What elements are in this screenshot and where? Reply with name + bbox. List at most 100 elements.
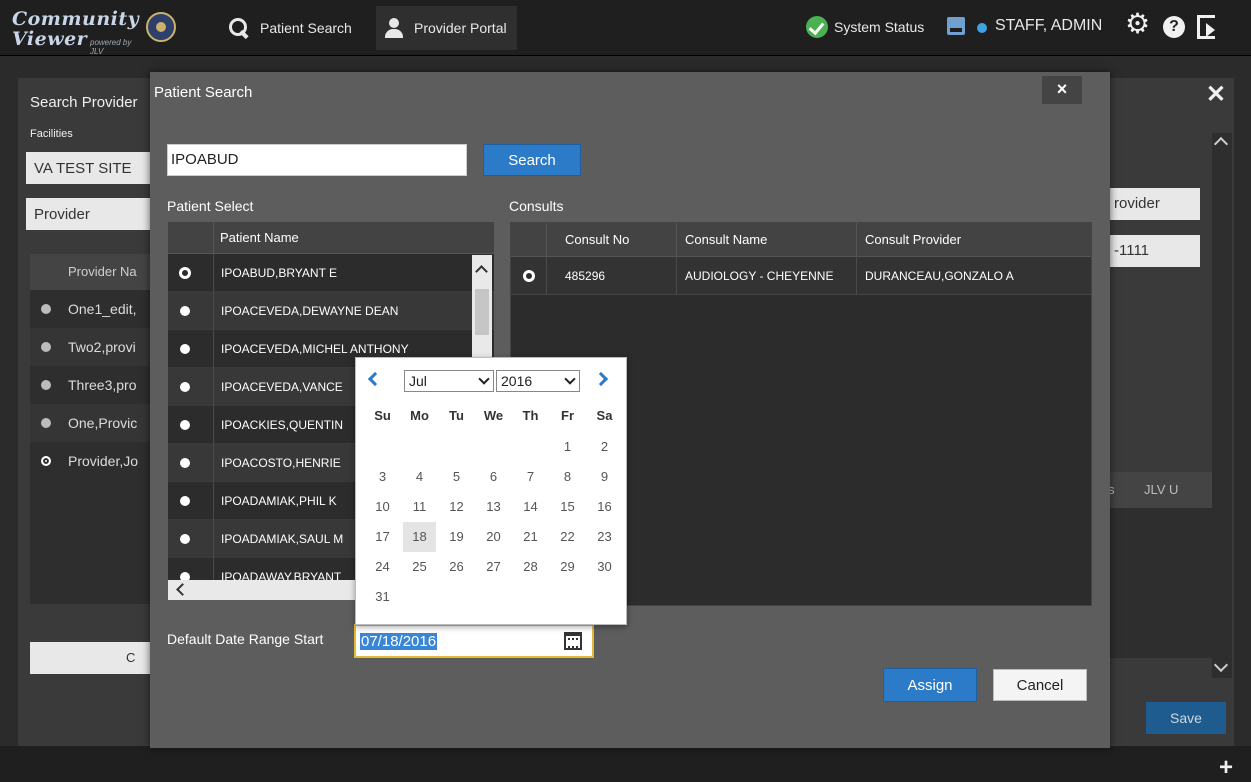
radio-button[interactable] (180, 496, 190, 506)
user-name[interactable]: STAFF, ADMIN (995, 17, 1102, 35)
calendar-day[interactable]: 3 (364, 462, 401, 492)
calendar-day[interactable]: 14 (512, 492, 549, 522)
table-row[interactable]: Three3,pro (30, 366, 160, 404)
radio-button[interactable] (41, 380, 51, 390)
table-row[interactable]: IPOABUD,BRYANT E (168, 254, 494, 292)
calendar-day[interactable]: 28 (512, 552, 549, 582)
calendar-day[interactable]: 7 (512, 462, 549, 492)
calendar-day[interactable]: 30 (586, 552, 623, 582)
radio-button[interactable] (41, 342, 51, 352)
calendar-day[interactable]: 2 (586, 432, 623, 462)
nav-provider-portal[interactable]: Provider Portal (376, 6, 517, 50)
calendar-day[interactable]: 8 (549, 462, 586, 492)
panel-close-icon[interactable]: ✕ (1206, 80, 1226, 109)
cancel-button[interactable]: Cancel (993, 669, 1087, 701)
system-status-check-icon[interactable] (806, 16, 828, 38)
calendar-day[interactable]: 22 (549, 522, 586, 552)
calendar-day[interactable]: 25 (401, 552, 438, 582)
vista-icon[interactable] (947, 17, 965, 35)
calendar-day[interactable]: 13 (475, 492, 512, 522)
scroll-thumb[interactable] (475, 289, 489, 335)
calendar-empty-cell (475, 432, 512, 462)
next-month-icon[interactable] (593, 371, 609, 387)
calendar-day[interactable]: 26 (438, 552, 475, 582)
radio-button-selected[interactable] (41, 456, 51, 466)
search-button[interactable]: Search (483, 144, 581, 176)
table-row[interactable]: Two2,provi (30, 328, 160, 366)
provider-field[interactable]: rovider (1110, 188, 1200, 220)
table-row[interactable]: 485296 AUDIOLOGY - CHEYENNE DURANCEAU,GO… (511, 257, 1091, 295)
facility-select[interactable]: VA TEST SITE (26, 152, 156, 184)
radio-button-selected[interactable] (524, 271, 534, 281)
previous-month-icon[interactable] (367, 371, 383, 387)
radio-button[interactable] (180, 306, 190, 316)
radio-button[interactable] (180, 344, 190, 354)
provider-select[interactable]: Provider (26, 198, 156, 230)
calendar-day[interactable]: 16 (586, 492, 623, 522)
nav-patient-search[interactable]: Patient Search (228, 12, 352, 44)
patient-name: IPOACEVEDA,VANCE (221, 380, 343, 394)
radio-button[interactable] (41, 304, 51, 314)
weekday-header: Su Mo Tu We Th Fr Sa (364, 402, 623, 432)
calendar-day[interactable]: 21 (512, 522, 549, 552)
scroll-up-icon[interactable] (475, 265, 488, 278)
month-select[interactable]: Jul (404, 370, 494, 392)
community-viewer-logo[interactable]: Community Viewer powered by JLV (12, 8, 142, 56)
scroll-down-icon[interactable] (1213, 657, 1229, 673)
help-icon[interactable]: ? (1163, 16, 1185, 38)
calendar-day[interactable]: 31 (364, 582, 401, 612)
patient-name: IPOACEVEDA,MICHEL ANTHONY (221, 342, 409, 356)
panel-button[interactable]: C (30, 642, 160, 674)
footer-bar: + (0, 746, 1251, 782)
patient-name-header: Patient Name (220, 230, 299, 245)
weekday-label: Sa (596, 408, 613, 423)
calendar-day[interactable]: 19 (438, 522, 475, 552)
calendar-day[interactable]: 6 (475, 462, 512, 492)
patient-name: IPOACEVEDA,DEWAYNE DEAN (221, 304, 399, 318)
default-date-range-label: Default Date Range Start (167, 631, 324, 647)
system-status-link[interactable]: System Status (834, 19, 924, 35)
radio-button[interactable] (180, 420, 190, 430)
logout-icon[interactable] (1197, 15, 1215, 39)
table-row[interactable]: One,Provic (30, 404, 160, 442)
calendar-day[interactable]: 17 (364, 522, 401, 552)
calendar-day[interactable]: 27 (475, 552, 512, 582)
table-row[interactable]: IPOACEVEDA,DEWAYNE DEAN (168, 292, 494, 330)
calendar-day[interactable]: 9 (586, 462, 623, 492)
year-select[interactable]: 2016 (496, 370, 580, 392)
radio-button-selected[interactable] (180, 268, 190, 278)
calendar-day[interactable]: 1 (549, 432, 586, 462)
patient-select-label: Patient Select (167, 198, 254, 214)
calendar-day[interactable]: 15 (549, 492, 586, 522)
panel-scrollbar[interactable] (1212, 133, 1232, 678)
scroll-up-icon[interactable] (1213, 136, 1229, 152)
calendar-day[interactable]: 11 (401, 492, 438, 522)
calendar-day[interactable]: 24 (364, 552, 401, 582)
calendar-day[interactable]: 23 (586, 522, 623, 552)
calendar-day[interactable]: 4 (401, 462, 438, 492)
save-button[interactable]: Save (1146, 702, 1226, 734)
calendar-day[interactable]: 18 (403, 522, 436, 552)
radio-button[interactable] (180, 382, 190, 392)
radio-button[interactable] (180, 458, 190, 468)
assign-button[interactable]: Assign (883, 668, 977, 702)
patient-search-input[interactable]: IPOABUD (167, 144, 467, 176)
radio-button[interactable] (180, 534, 190, 544)
calendar-day[interactable]: 29 (549, 552, 586, 582)
gear-icon[interactable] (1125, 7, 1151, 40)
radio-button[interactable] (41, 418, 51, 428)
calendar-icon[interactable] (564, 632, 582, 650)
calendar-day[interactable]: 10 (364, 492, 401, 522)
phone-field[interactable]: -1111 (1110, 235, 1200, 267)
plus-icon[interactable]: + (1219, 754, 1233, 782)
calendar-day[interactable]: 5 (438, 462, 475, 492)
table-row[interactable]: One1_edit, (30, 290, 160, 328)
calendar-day[interactable]: 20 (475, 522, 512, 552)
calendar-day[interactable]: 12 (438, 492, 475, 522)
provider-table: Provider Na One1_edit, Two2,provi Three3… (30, 254, 160, 604)
select-cell[interactable] (511, 257, 547, 295)
table-row[interactable]: Provider,Jo (30, 442, 160, 480)
close-button[interactable]: × (1042, 76, 1082, 104)
default-date-range-input[interactable]: 07/18/2016 (354, 624, 594, 658)
scroll-left-icon[interactable] (176, 583, 189, 596)
